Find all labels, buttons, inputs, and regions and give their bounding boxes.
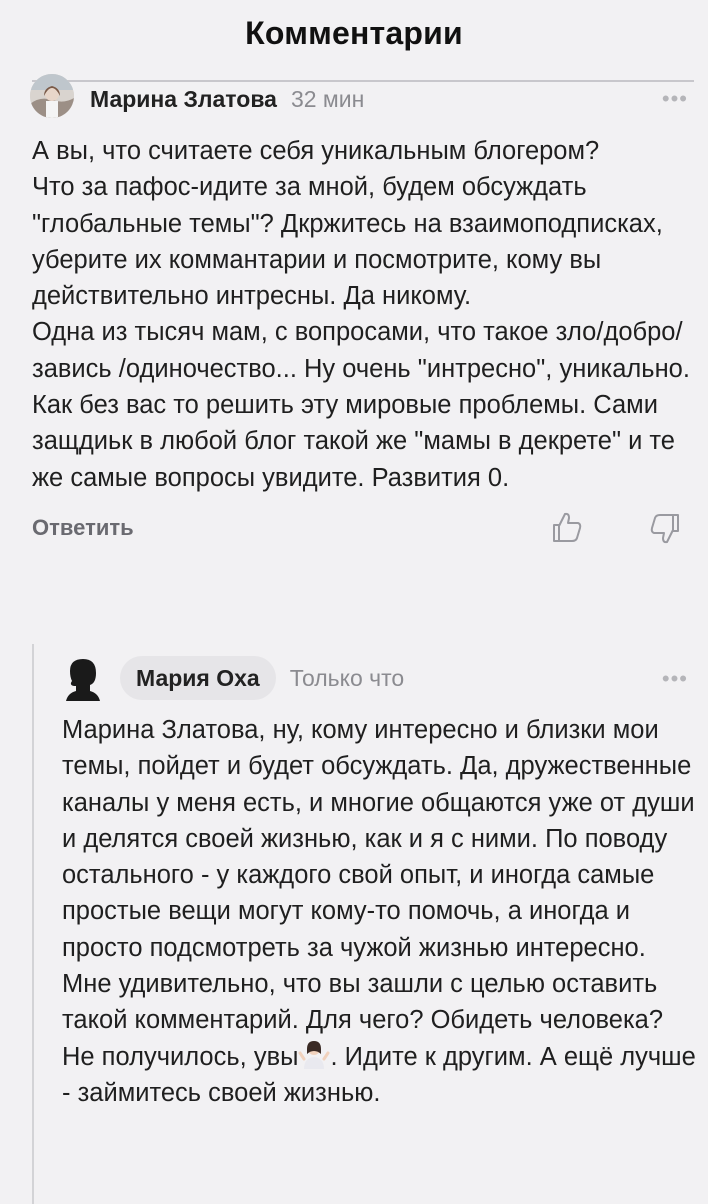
avatar[interactable] (60, 655, 106, 701)
comment-author-name[interactable]: Мария Оха (136, 665, 260, 692)
silhouette-avatar-icon (66, 659, 100, 701)
thumbs-up-icon[interactable] (550, 510, 584, 544)
page-header: Комментарии (0, 0, 708, 66)
author-chip[interactable]: Мария Оха (120, 656, 276, 700)
comment-timestamp: Только что (289, 664, 405, 691)
more-options-icon[interactable]: ••• (662, 668, 688, 690)
more-options-icon[interactable]: ••• (662, 88, 688, 110)
comment-actions: Ответить (32, 510, 694, 546)
thumbs-down-icon[interactable] (648, 512, 682, 546)
reply-button[interactable]: Ответить (32, 515, 134, 540)
reply-comment: Мария Оха Только что ••• Марина Златова,… (0, 654, 708, 1111)
comment-timestamp: 32 мин (290, 85, 365, 112)
comment-author-row: Мария Оха Только что (0, 654, 708, 702)
comment-text-part: Марина Златова, ну, кому интересно и бли… (62, 716, 695, 1071)
avatar[interactable] (30, 74, 74, 118)
page-title: Комментарии (245, 14, 463, 51)
comment-author-row: Марина Златова 32 мин (0, 74, 708, 118)
comment-text: А вы, что считаете себя уникальным блоге… (32, 137, 690, 492)
avatar-photo-icon (30, 74, 74, 118)
comment: Марина Златова 32 мин ••• А вы, что счит… (0, 74, 708, 496)
shrugging-woman-emoji-icon (298, 1040, 330, 1069)
comment-author-name[interactable]: Марина Златова (90, 86, 277, 113)
comment-text: Марина Златова, ну, кому интересно и бли… (62, 712, 696, 1111)
